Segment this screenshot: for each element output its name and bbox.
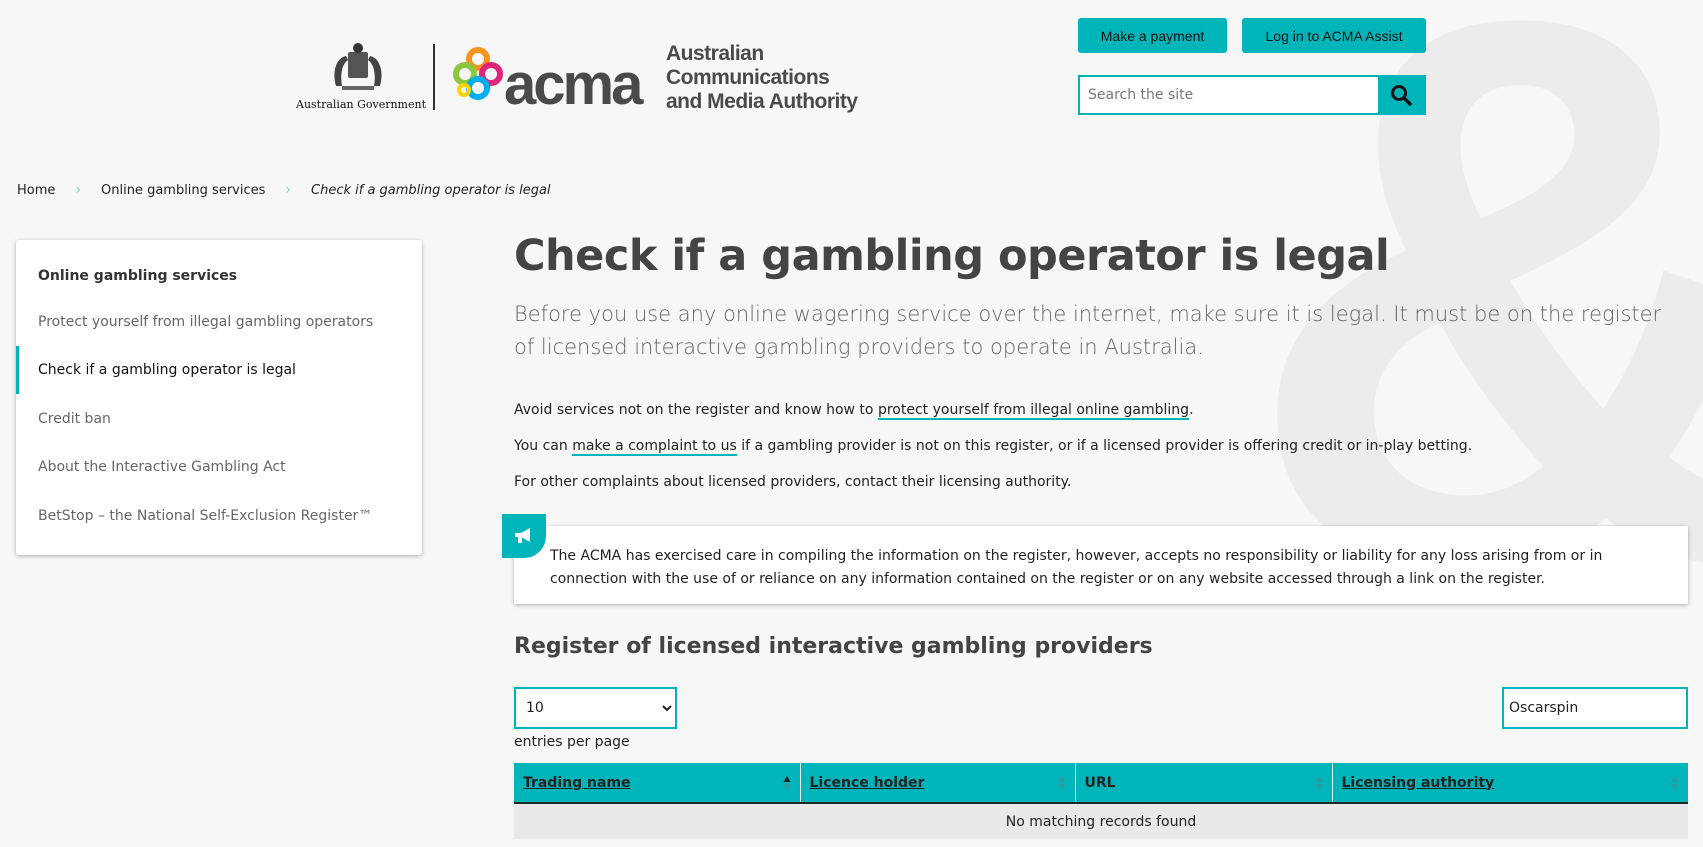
- register-title: Register of licensed interactive gamblin…: [514, 634, 1153, 659]
- sort-icon: [1058, 776, 1065, 790]
- gov-logo-text: Australian Government: [296, 98, 427, 111]
- column-header-licence-holder[interactable]: Licence holder: [800, 763, 1076, 804]
- notice-badge: [502, 514, 546, 558]
- breadcrumb-current: Check if a gambling operator is legal: [311, 182, 551, 198]
- megaphone-icon: [515, 528, 530, 543]
- sort-icon: [1671, 776, 1679, 790]
- sidebar-item-betstop[interactable]: BetStop – the National Self-Exclusion Re…: [16, 492, 422, 540]
- entries-per-page-label: entries per page: [514, 734, 630, 750]
- empty-table-message: No matching records found: [514, 803, 1688, 839]
- sidebar-item-protect-yourself[interactable]: Protect yourself from illegal gambling o…: [16, 298, 422, 346]
- breadcrumb-home-link[interactable]: Home: [17, 183, 55, 198]
- acma-full-name: Australian Communications and Media Auth…: [666, 42, 858, 114]
- sidebar-item-interactive-gambling-act[interactable]: About the Interactive Gambling Act: [16, 443, 422, 491]
- site-search: [1078, 75, 1426, 115]
- site-header: Australian Government acma Australian Co…: [0, 0, 1703, 150]
- text: .: [1189, 402, 1194, 418]
- register-filter-input[interactable]: [1502, 687, 1688, 729]
- page-title: Check if a gambling operator is legal: [514, 231, 1390, 281]
- notice-text: The ACMA has exercised care in compiling…: [550, 548, 1603, 587]
- column-label: URL: [1084, 774, 1116, 791]
- search-input[interactable]: [1080, 77, 1378, 113]
- column-label: Licence holder: [809, 774, 925, 791]
- column-header-trading-name[interactable]: Trading name: [514, 763, 801, 804]
- org-name-line: Communications: [666, 66, 830, 89]
- lead-paragraph: Before you use any online wagering servi…: [514, 302, 1662, 359]
- register-table: Trading name Licence holder URL Licensin…: [514, 763, 1688, 839]
- sidebar-item-credit-ban[interactable]: Credit ban: [16, 395, 422, 443]
- section-sidebar-nav: Online gambling services Protect yoursel…: [16, 240, 422, 555]
- sort-icon: [1315, 776, 1322, 790]
- text: Avoid services not on the register and k…: [514, 402, 878, 418]
- intro-paragraph-1: Avoid services not on the register and k…: [514, 402, 1194, 420]
- logo-divider: [433, 44, 435, 110]
- login-acma-assist-button[interactable]: Log in to ACMA Assist: [1242, 18, 1426, 53]
- intro-paragraph-2: You can make a complaint to us if a gamb…: [514, 438, 1473, 456]
- column-label: Trading name: [523, 774, 631, 791]
- sort-ascending-icon: [783, 776, 790, 790]
- protect-yourself-link[interactable]: protect yourself from illegal online gam…: [877, 402, 1190, 420]
- chevron-right-icon: ›: [75, 182, 81, 198]
- australian-government-logo[interactable]: Australian Government: [296, 42, 427, 114]
- table-row: No matching records found: [514, 803, 1688, 839]
- org-name-line: and Media Authority: [666, 90, 858, 113]
- make-payment-button[interactable]: Make a payment: [1078, 18, 1227, 53]
- text: if a gambling provider is not on this re…: [736, 438, 1473, 454]
- main-content: Check if a gambling operator is legal Be…: [502, 226, 1688, 839]
- breadcrumb-parent-link[interactable]: Online gambling services: [101, 183, 265, 198]
- sidebar-title[interactable]: Online gambling services: [38, 268, 237, 284]
- make-complaint-link[interactable]: make a complaint to us: [572, 438, 737, 456]
- acma-wordmark: acma: [504, 52, 643, 117]
- text: You can: [514, 438, 573, 454]
- chevron-right-icon: ›: [285, 182, 291, 198]
- column-label: Licensing authority: [1341, 774, 1495, 791]
- acma-rings-icon[interactable]: [448, 46, 508, 102]
- breadcrumb: Home › Online gambling services › Check …: [17, 182, 551, 198]
- disclaimer-notice: The ACMA has exercised care in compiling…: [502, 514, 1688, 604]
- sidebar-item-check-operator[interactable]: Check if a gambling operator is legal: [16, 346, 422, 394]
- intro-paragraph-3: For other complaints about licensed prov…: [514, 474, 1072, 490]
- org-name-line: Australian: [666, 42, 764, 65]
- search-button[interactable]: [1378, 77, 1424, 113]
- column-header-licensing-authority[interactable]: Licensing authority: [1332, 763, 1688, 804]
- search-icon: [1391, 85, 1412, 106]
- coat-of-arms-icon: [334, 43, 382, 90]
- entries-per-page-select[interactable]: 10: [514, 687, 677, 729]
- column-header-url[interactable]: URL: [1075, 763, 1333, 804]
